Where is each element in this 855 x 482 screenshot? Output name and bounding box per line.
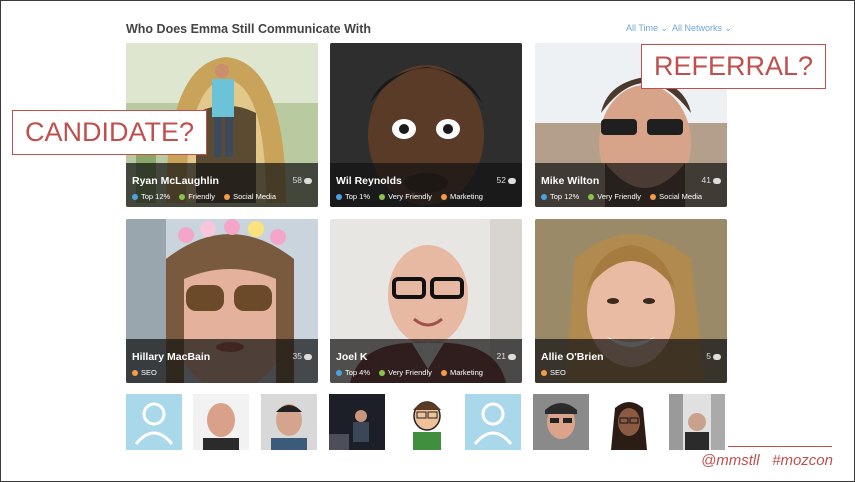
friendship-icon — [179, 194, 186, 201]
message-count: 58 — [293, 175, 312, 185]
section-title: Who Does Emma Still Communicate With — [126, 22, 372, 36]
topic-icon — [650, 194, 657, 201]
rank-icon — [132, 194, 138, 201]
contact-avatar[interactable] — [329, 394, 385, 450]
contact-tags: Top 1% Very Friendly Marketing — [336, 192, 490, 201]
topic-icon — [441, 370, 447, 377]
footer-divider — [728, 446, 832, 447]
default-user-icon — [134, 402, 174, 445]
footer-hashtags: @mmstll #mozcon — [701, 452, 833, 469]
chevron-down-icon: ⌄ — [660, 23, 669, 33]
contact-card[interactable]: Wil Reynolds 52 Top 1% Very Friendly Mar… — [330, 43, 522, 207]
friendship-icon — [379, 370, 386, 377]
topic-icon — [441, 194, 447, 201]
contact-name: Joel K — [336, 351, 368, 363]
message-count: 5 — [706, 351, 721, 361]
default-user-icon — [473, 402, 513, 445]
friendship-icon — [588, 194, 595, 201]
contact-name: Wil Reynolds — [336, 175, 402, 187]
topic-icon — [541, 370, 547, 377]
chat-bubble-icon — [713, 353, 721, 360]
rank-icon — [541, 194, 547, 201]
chat-bubble-icon — [304, 177, 312, 184]
avatar-cartoon — [397, 394, 453, 450]
twitter-handle: @mmstll — [701, 452, 760, 469]
chat-bubble-icon — [508, 177, 516, 184]
rank-icon — [336, 370, 342, 377]
message-count: 21 — [497, 351, 516, 361]
friendship-icon — [379, 194, 386, 201]
contact-avatar[interactable] — [533, 394, 589, 450]
contact-name: Ryan McLaughlin — [132, 175, 219, 187]
network-filter-dropdown[interactable]: All Networks ⌄ — [672, 23, 732, 34]
contact-tags: Top 12% Very Friendly Social Media — [541, 192, 709, 201]
avatar-photo — [601, 394, 657, 450]
contact-tags: SEO — [541, 368, 573, 377]
contact-card[interactable]: Allie O'Brien 5 SEO — [535, 219, 727, 383]
contact-avatar[interactable] — [193, 394, 249, 450]
contact-tags: Top 4% Very Friendly Marketing — [336, 368, 490, 377]
avatar-photo — [261, 394, 317, 450]
network-filter-label: All Networks — [672, 23, 723, 33]
message-count: 41 — [702, 175, 721, 185]
contact-avatar[interactable] — [261, 394, 317, 450]
contact-name: Allie O'Brien — [541, 351, 604, 363]
topic-icon — [132, 370, 138, 377]
contact-avatar[interactable] — [465, 394, 521, 450]
time-filter-dropdown[interactable]: All Time ⌄ — [626, 23, 668, 34]
contact-card[interactable]: Joel K 21 Top 4% Very Friendly Marketing — [330, 219, 522, 383]
message-count: 35 — [293, 351, 312, 361]
chat-bubble-icon — [713, 177, 721, 184]
chat-bubble-icon — [304, 353, 312, 360]
chevron-down-icon: ⌄ — [724, 23, 733, 33]
avatar-photo — [533, 394, 589, 450]
contact-card[interactable]: Hillary MacBain 35 SEO — [126, 219, 318, 383]
rank-icon — [336, 194, 342, 201]
contact-avatar[interactable] — [669, 394, 725, 450]
contact-avatar[interactable] — [601, 394, 657, 450]
time-filter-label: All Time — [626, 23, 659, 33]
avatar-photo — [193, 394, 249, 450]
avatar-photo — [669, 394, 725, 450]
topic-icon — [224, 194, 231, 201]
avatar-photo — [329, 394, 385, 450]
message-count: 52 — [497, 175, 516, 185]
candidate-callout: CANDIDATE? — [12, 110, 208, 155]
contact-name: Hillary MacBain — [132, 351, 211, 363]
contact-tags: SEO — [132, 368, 164, 377]
contact-avatar[interactable] — [397, 394, 453, 450]
referral-callout: REFERRAL? — [641, 44, 827, 89]
contact-tags: Top 12% Friendly Social Media — [132, 192, 283, 201]
event-hashtag: #mozcon — [772, 452, 833, 469]
chat-bubble-icon — [508, 353, 516, 360]
contact-avatar[interactable] — [126, 394, 182, 450]
contact-name: Mike Wilton — [541, 175, 600, 187]
